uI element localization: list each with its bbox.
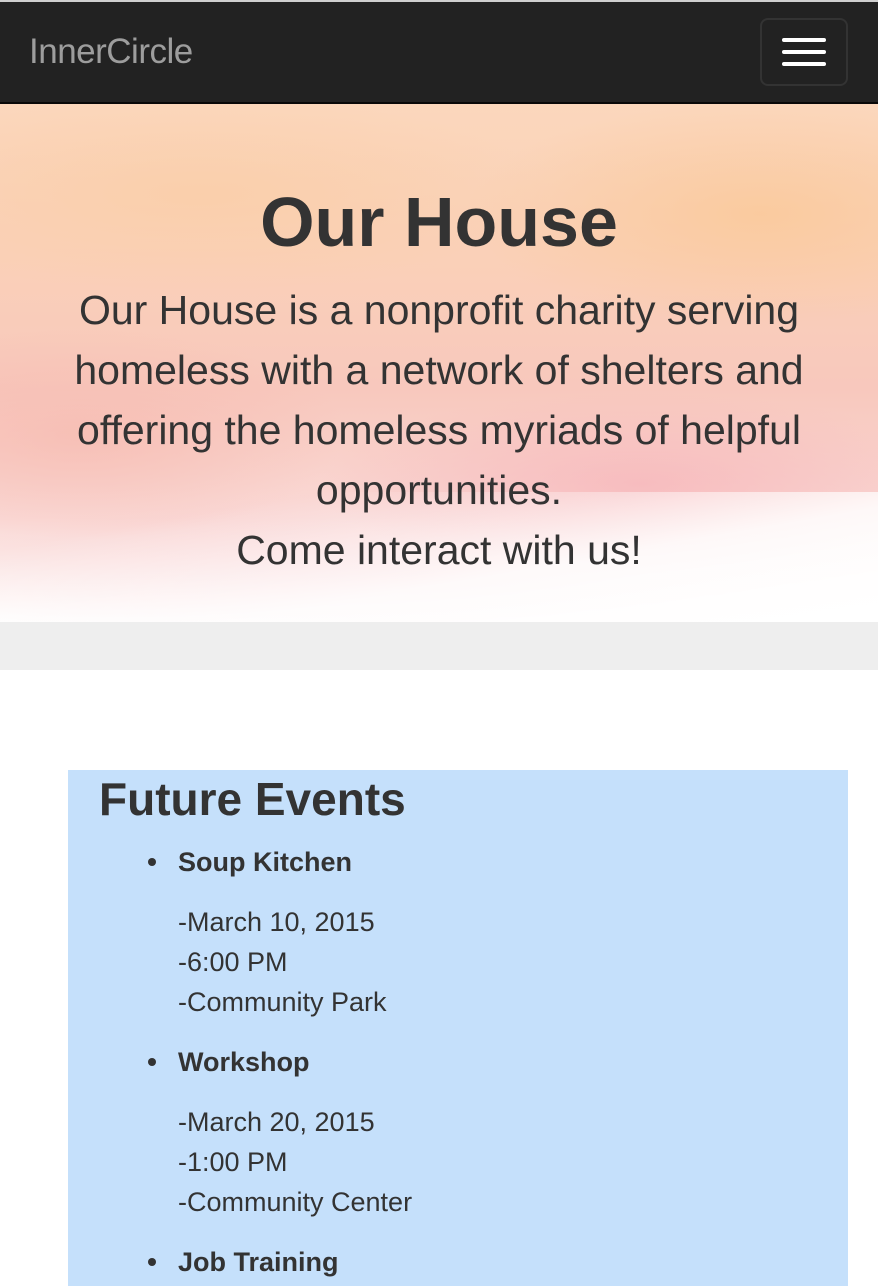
bullet-icon <box>148 1258 156 1266</box>
future-events-heading: Future Events <box>99 773 406 825</box>
bullet-icon <box>148 858 156 866</box>
section-divider-band <box>0 622 878 670</box>
brand-link[interactable]: InnerCircle <box>29 32 193 72</box>
event-name: Job Training <box>178 1247 339 1277</box>
top-navbar: InnerCircle <box>0 0 878 104</box>
event-location: -Community Park <box>178 987 387 1017</box>
event-name: Workshop <box>178 1047 310 1077</box>
hamburger-menu-icon-bar-2 <box>782 50 826 54</box>
event-name: Soup Kitchen <box>178 847 352 877</box>
hero-section: Our House Our House is a nonprofit chari… <box>0 104 878 622</box>
event-location: -Community Center <box>178 1187 413 1217</box>
hero-description-line: offering the homeless myriads of helpful <box>77 407 801 453</box>
hero-description-line: opportunities. <box>315 467 563 513</box>
hero-description-line: Our House is a nonprofit charity serving <box>78 287 800 333</box>
event-date: -March 20, 2015 <box>178 1107 375 1137</box>
future-events-panel: Future Events Soup Kitchen -March 10, 20… <box>68 770 848 1286</box>
hero-title: Our House <box>260 183 618 261</box>
bullet-icon <box>148 1058 156 1066</box>
hero-description: Our House is a nonprofit charity serving… <box>40 280 838 580</box>
event-time: -1:00 PM <box>178 1147 288 1177</box>
hero-description-line: Come interact with us! <box>236 527 642 573</box>
menu-toggle-button[interactable] <box>760 18 848 86</box>
hamburger-menu-icon-bar-3 <box>782 62 826 66</box>
event-date: -March 10, 2015 <box>178 907 375 937</box>
event-time: -6:00 PM <box>178 947 288 977</box>
hero-description-line: homeless with a network of shelters and <box>74 347 804 393</box>
hamburger-menu-icon <box>782 38 826 42</box>
